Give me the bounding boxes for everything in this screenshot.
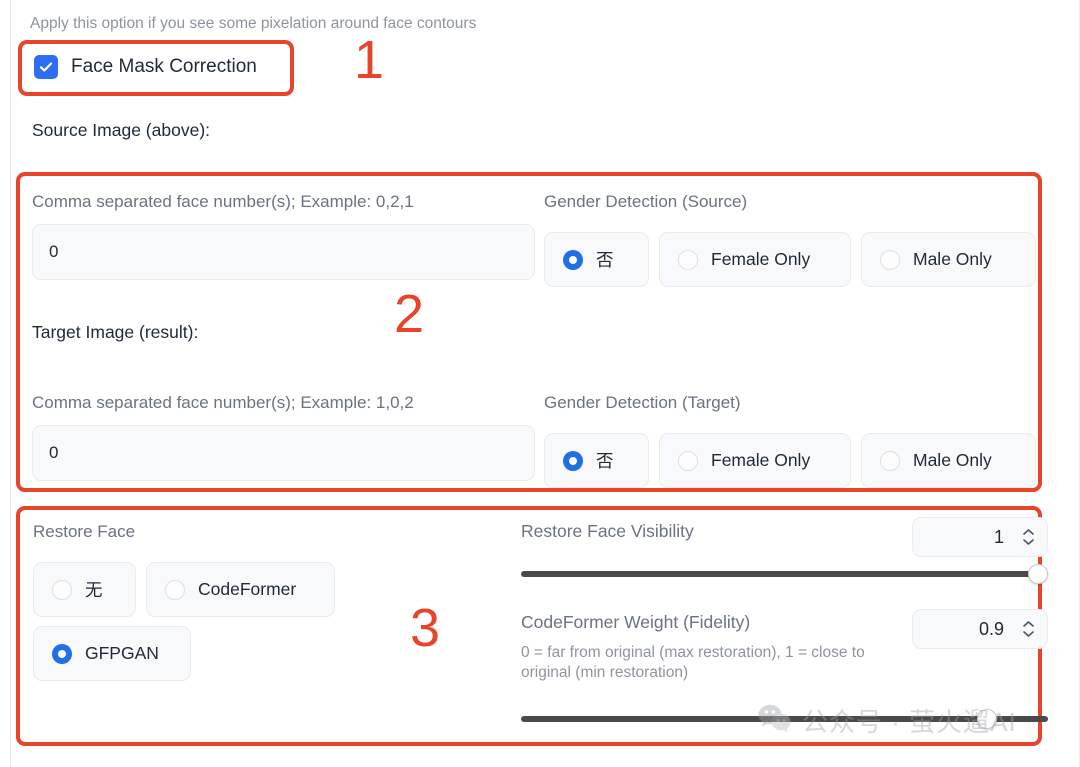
restore-face-option-none[interactable]: 无 [33,562,136,617]
radio-unselected-icon [52,579,72,600]
restore-face-option-none-label: 无 [85,580,103,600]
slider-track [521,571,1048,577]
source-gender-option-female-label: Female Only [711,249,811,269]
source-gender-option-male[interactable]: Male Only [861,232,1036,287]
target-image-heading: Target Image (result): [32,322,199,342]
codeformer-weight-label: CodeFormer Weight (Fidelity) [521,612,751,632]
source-face-numbers-input[interactable]: 0 [32,224,535,280]
stepper-arrows-icon[interactable] [1022,528,1035,546]
codeformer-weight-slider[interactable] [521,709,1048,729]
face-mask-correction-label: Face Mask Correction [71,56,257,77]
codeformer-weight-help-text: 0 = far from original (max restoration),… [521,644,865,682]
codeformer-weight-stepper[interactable]: 0.9 [912,609,1048,649]
radio-unselected-icon [678,450,698,471]
target-gender-option-male[interactable]: Male Only [861,433,1036,488]
radio-unselected-icon [880,249,900,270]
slider-thumb[interactable] [1028,564,1048,584]
target-gender-option-no[interactable]: 否 [544,433,649,488]
restore-face-visibility-stepper[interactable]: 1 [912,517,1048,557]
restore-face-option-codeformer[interactable]: CodeFormer [146,562,335,617]
restore-face-option-codeformer-label: CodeFormer [198,579,297,599]
restore-face-visibility-value: 1 [993,526,1004,547]
slider-track [521,716,1048,722]
stepper-arrows-icon[interactable] [1022,620,1035,638]
face-mask-correction-checkbox[interactable]: Face Mask Correction [34,55,257,79]
radio-unselected-icon [678,249,698,270]
chevron-down-icon [1023,539,1034,545]
restore-face-visibility-label: Restore Face Visibility [521,521,694,541]
source-gender-option-male-label: Male Only [913,249,992,269]
source-gender-option-no[interactable]: 否 [544,232,649,287]
source-face-numbers-label: Comma separated face number(s); Example:… [32,192,414,211]
source-gender-option-no-label: 否 [596,250,614,270]
target-gender-detection-label: Gender Detection (Target) [544,393,741,412]
restore-face-label: Restore Face [33,522,136,541]
target-face-numbers-label: Comma separated face number(s); Example:… [32,393,414,412]
source-image-heading: Source Image (above): [32,120,211,140]
source-gender-option-female[interactable]: Female Only [659,232,851,287]
target-gender-option-no-label: 否 [596,451,614,471]
codeformer-weight-value: 0.9 [978,618,1004,639]
chevron-up-icon [1023,621,1034,627]
chevron-down-icon [1023,631,1034,637]
check-icon [34,55,58,79]
radio-selected-icon [563,249,583,270]
radio-selected-icon [52,643,72,664]
chevron-up-icon [1023,529,1034,535]
radio-selected-icon [563,450,583,471]
restore-face-option-gfpgan-label: GFPGAN [85,643,159,663]
slider-thumb[interactable] [977,709,998,729]
restore-face-visibility-slider[interactable] [521,564,1048,584]
target-gender-option-male-label: Male Only [913,450,992,470]
restore-face-option-gfpgan[interactable]: GFPGAN [33,626,191,681]
target-face-numbers-input[interactable]: 0 [32,425,535,481]
radio-unselected-icon [880,450,900,471]
annotation-number-1: 1 [354,30,385,90]
radio-unselected-icon [165,579,185,600]
target-gender-option-female-label: Female Only [711,450,811,470]
annotation-number-3: 3 [410,598,441,658]
target-gender-option-female[interactable]: Female Only [659,433,851,488]
settings-panel: Apply this option if you see some pixela… [0,0,1080,767]
annotation-number-2: 2 [394,284,425,344]
source-gender-detection-label: Gender Detection (Source) [544,192,748,211]
face-mask-hint-text: Apply this option if you see some pixela… [30,15,477,32]
